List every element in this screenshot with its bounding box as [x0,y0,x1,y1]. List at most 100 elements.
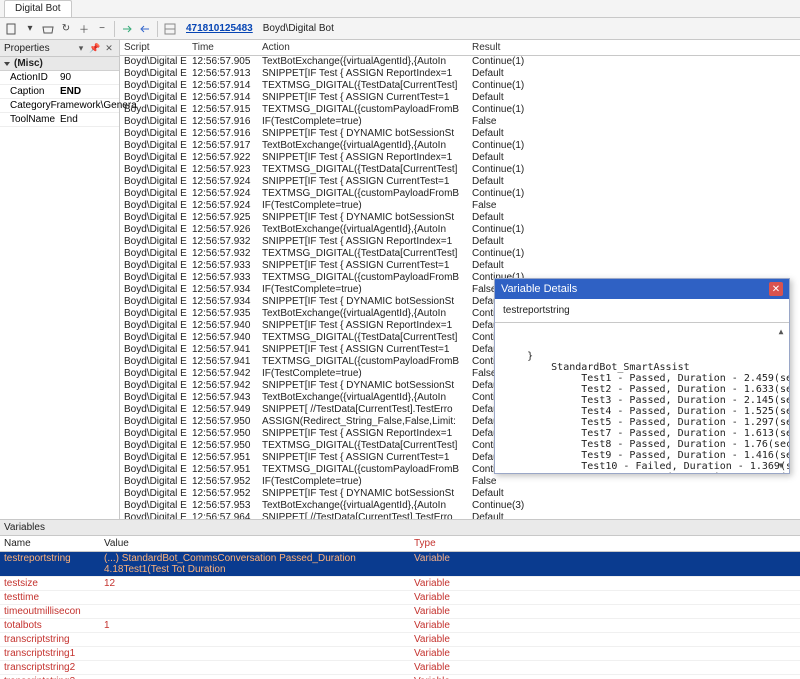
property-row[interactable]: CaptionEND [0,85,119,99]
variable-row[interactable]: transcriptstringVariable [0,633,800,647]
col-var-type[interactable]: Type [414,538,796,549]
properties-header: Properties ▾ 📌 ✕ [0,40,119,57]
variable-row[interactable]: testsize12Variable [0,577,800,591]
trace-row[interactable]: Boyd\Digital E12:56:57.932TEXTMSG_DIGITA… [120,248,800,260]
close-icon[interactable]: ✕ [769,282,783,296]
cell-script: Boyd\Digital E [124,56,192,68]
cell-result: Default [472,176,796,188]
trace-row[interactable]: Boyd\Digital E12:56:57.953TextBotExchang… [120,500,800,512]
variable-row[interactable]: transcriptstring3Variable [0,675,800,679]
cell-time: 12:56:57.935 [192,308,262,320]
minus-icon[interactable]: − [94,21,110,37]
trace-row[interactable]: Boyd\Digital E12:56:57.952SNIPPET[IF Tes… [120,488,800,500]
property-row[interactable]: ToolNameEnd [0,113,119,127]
toolbar: ▾ ↻ ＋ − 471810125483 Boyd\Digital Bot [0,18,800,40]
scroll-down-icon[interactable]: ▼ [775,459,787,471]
close-icon[interactable]: ✕ [103,42,115,54]
trace-row[interactable]: Boyd\Digital E12:56:57.905TextBotExchang… [120,56,800,68]
cell-script: Boyd\Digital E [124,476,192,488]
cell-action: TextBotExchange({virtualAgentId},{AutoIn [262,392,472,404]
dropdown-icon[interactable]: ▾ [22,21,38,37]
cell-time: 12:56:57.943 [192,392,262,404]
col-var-value[interactable]: Value [104,538,414,549]
variables-body[interactable]: testreportstring(...) StandardBot_CommsC… [0,552,800,679]
step-over-icon[interactable] [119,21,135,37]
trace-row[interactable]: Boyd\Digital E12:56:57.964SNIPPET[ //Tes… [120,512,800,519]
variable-details-body[interactable]: ▲ } StandardBot_SmartAssist Test1 - Pass… [495,323,789,473]
col-script[interactable]: Script [124,42,192,53]
pin-icon[interactable]: 📌 [89,42,101,54]
property-key: ToolName [10,114,60,125]
trace-row[interactable]: Boyd\Digital E12:56:57.926TextBotExchang… [120,224,800,236]
trace-row[interactable]: Boyd\Digital E12:56:57.916SNIPPET[IF Tes… [120,128,800,140]
open-button[interactable] [40,21,56,37]
trace-row[interactable]: Boyd\Digital E12:56:57.924SNIPPET[IF Tes… [120,176,800,188]
tabstrip: Digital Bot [0,0,800,18]
cell-action: TEXTMSG_DIGITAL({TestData[CurrentTest] [262,248,472,260]
trace-row[interactable]: Boyd\Digital E12:56:57.923TEXTMSG_DIGITA… [120,164,800,176]
variable-details-name: testreportstring [495,299,789,323]
trace-row[interactable]: Boyd\Digital E12:56:57.924TEXTMSG_DIGITA… [120,188,800,200]
cell-time: 12:56:57.950 [192,428,262,440]
trace-row[interactable]: Boyd\Digital E12:56:57.922SNIPPET[IF Tes… [120,152,800,164]
variable-row[interactable]: transcriptstring1Variable [0,647,800,661]
cell-result: Default [472,212,796,224]
tab-digital-bot[interactable]: Digital Bot [4,0,72,17]
cell-action: SNIPPET[IF Test { ASSIGN CurrentTest=1 [262,176,472,188]
cell-action: SNIPPET[IF Test { ASSIGN ReportIndex=1 [262,428,472,440]
cell-script: Boyd\Digital E [124,200,192,212]
property-row[interactable]: CategoryFramework\Genera [0,99,119,113]
trace-row[interactable]: Boyd\Digital E12:56:57.952IF(TestComplet… [120,476,800,488]
cell-time: 12:56:57.964 [192,512,262,519]
cell-time: 12:56:57.924 [192,176,262,188]
cell-result: False [472,116,796,128]
cell-time: 12:56:57.941 [192,344,262,356]
trace-row[interactable]: Boyd\Digital E12:56:57.914TEXTMSG_DIGITA… [120,80,800,92]
cell-script: Boyd\Digital E [124,128,192,140]
scroll-up-icon[interactable]: ▲ [775,325,787,337]
trace-row[interactable]: Boyd\Digital E12:56:57.915TEXTMSG_DIGITA… [120,104,800,116]
record-id-link[interactable]: 471810125483 [186,23,253,34]
trace-row[interactable]: Boyd\Digital E12:56:57.916IF(TestComplet… [120,116,800,128]
col-action[interactable]: Action [262,42,472,53]
cell-script: Boyd\Digital E [124,260,192,272]
trace-row[interactable]: Boyd\Digital E12:56:57.932SNIPPET[IF Tes… [120,236,800,248]
variable-row[interactable]: transcriptstring2Variable [0,661,800,675]
var-type: Variable [414,578,796,589]
tree-toggle-icon[interactable] [162,21,178,37]
properties-category-row[interactable]: (Misc) [0,57,119,71]
trace-row[interactable]: Boyd\Digital E12:56:57.917TextBotExchang… [120,140,800,152]
variable-details-title: Variable Details [501,283,577,295]
cell-script: Boyd\Digital E [124,356,192,368]
variable-row[interactable]: timeoutmilliseconVariable [0,605,800,619]
variable-row[interactable]: testtimeVariable [0,591,800,605]
trace-row[interactable]: Boyd\Digital E12:56:57.925SNIPPET[IF Tes… [120,212,800,224]
cell-action: SNIPPET[IF Test { ASSIGN ReportIndex=1 [262,68,472,80]
variable-row[interactable]: testreportstring(...) StandardBot_CommsC… [0,552,800,577]
variable-details-header[interactable]: Variable Details ✕ [495,279,789,299]
variable-row[interactable]: totalbots1Variable [0,619,800,633]
property-row[interactable]: ActionID90 [0,71,119,85]
trace-row[interactable]: Boyd\Digital E12:56:57.913SNIPPET[IF Tes… [120,68,800,80]
col-time[interactable]: Time [192,42,262,53]
plus-icon[interactable]: ＋ [76,21,92,37]
cell-script: Boyd\Digital E [124,188,192,200]
prop-dropdown-icon[interactable]: ▾ [75,42,87,54]
col-result[interactable]: Result [472,42,796,53]
cell-time: 12:56:57.941 [192,356,262,368]
cell-time: 12:56:57.914 [192,80,262,92]
variable-details-dialog[interactable]: Variable Details ✕ testreportstring ▲ } … [494,278,790,474]
new-button[interactable] [4,21,20,37]
trace-row[interactable]: Boyd\Digital E12:56:57.914SNIPPET[IF Tes… [120,92,800,104]
step-back-icon[interactable] [137,21,153,37]
cell-script: Boyd\Digital E [124,164,192,176]
trace-row[interactable]: Boyd\Digital E12:56:57.924IF(TestComplet… [120,200,800,212]
refresh-icon[interactable]: ↻ [58,21,74,37]
var-value [104,648,414,659]
cell-time: 12:56:57.923 [192,164,262,176]
cell-result: False [472,200,796,212]
col-var-name[interactable]: Name [4,538,104,549]
cell-time: 12:56:57.922 [192,152,262,164]
var-value [104,662,414,673]
trace-row[interactable]: Boyd\Digital E12:56:57.933SNIPPET[IF Tes… [120,260,800,272]
